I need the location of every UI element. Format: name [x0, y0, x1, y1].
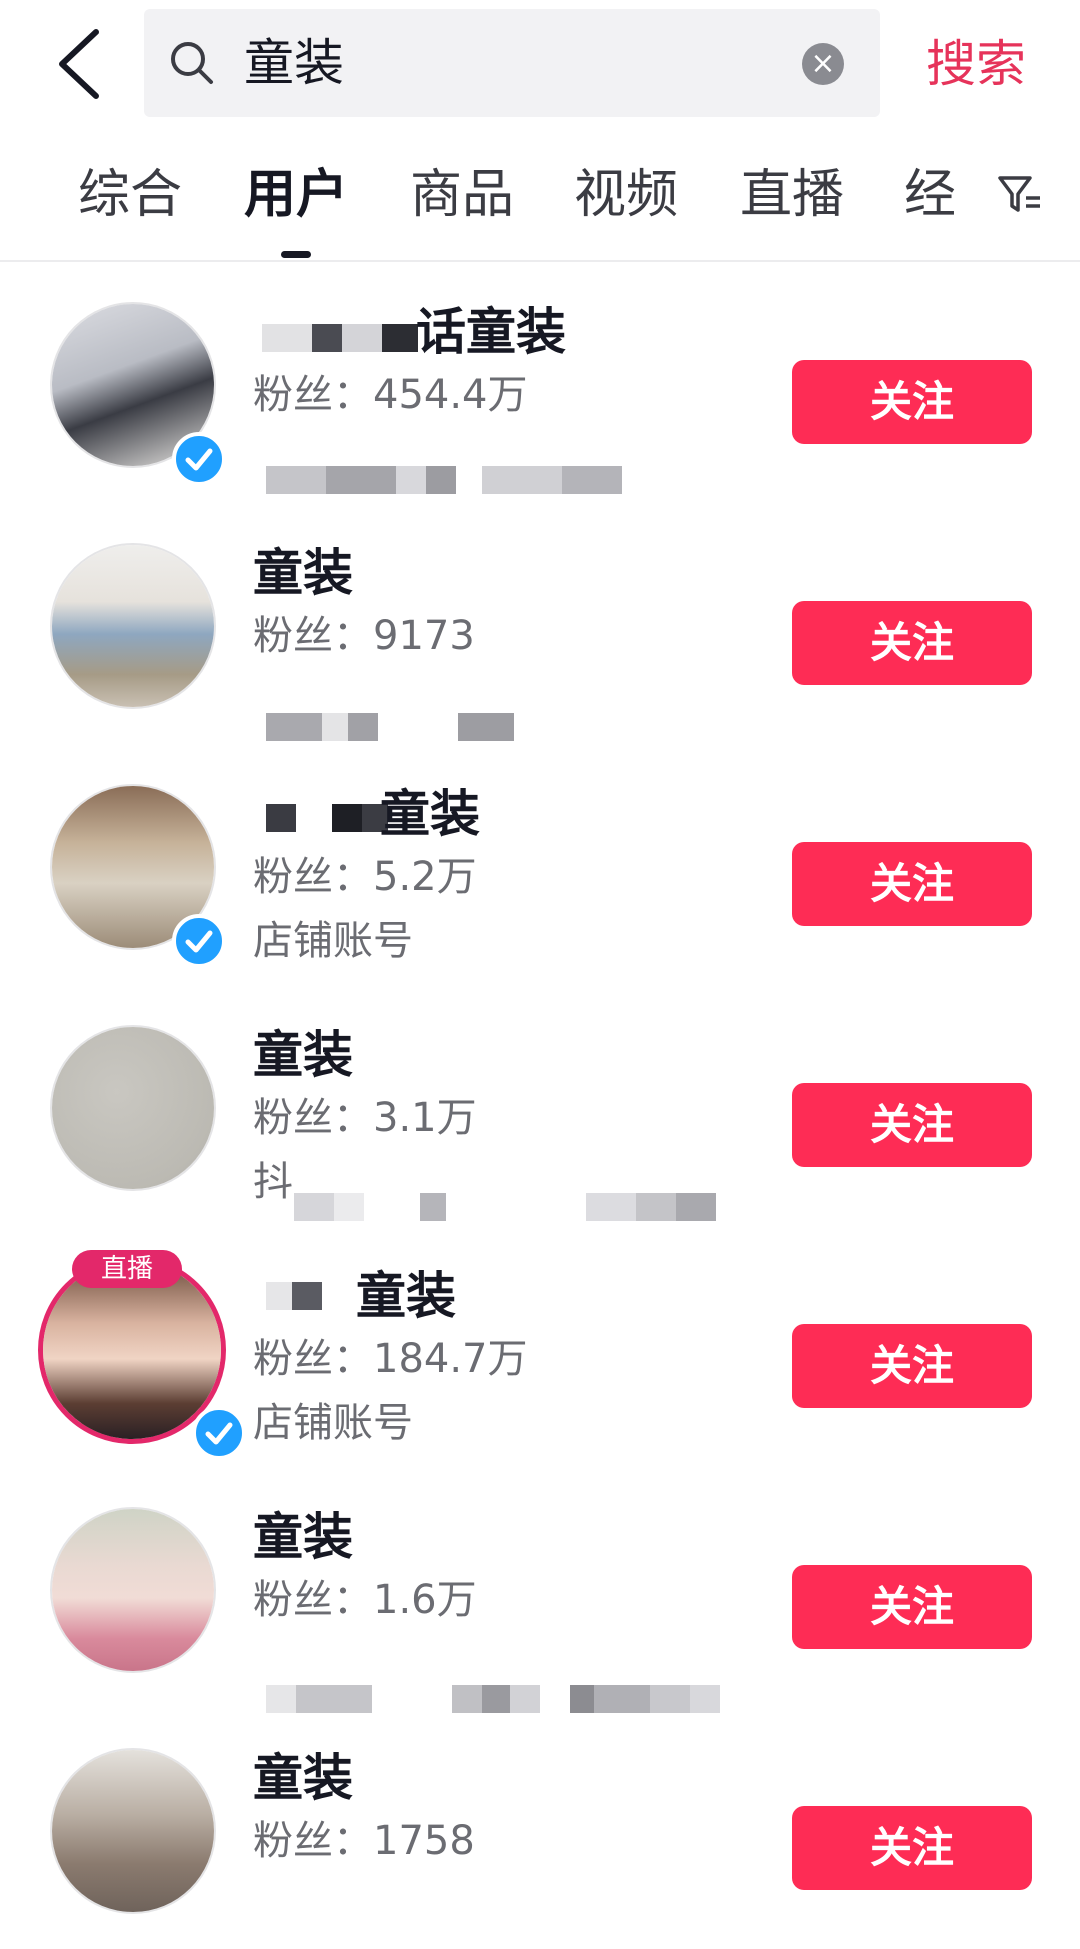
redacted-desc-mosaic	[266, 466, 622, 494]
follow-button[interactable]: 关注	[792, 601, 1032, 685]
fans-count: 粉丝：5.2万	[253, 854, 477, 900]
list-item[interactable]: 童装 粉丝：3.1万 抖 关注	[0, 985, 1080, 1226]
fans-count: 粉丝：1.6万	[253, 1577, 477, 1623]
tab-products[interactable]: 商品	[410, 150, 514, 240]
tab-comprehensive[interactable]: 综合	[78, 150, 182, 240]
fans-count: 粉丝：1758	[253, 1818, 475, 1864]
user-name: 童装	[253, 544, 353, 602]
list-item[interactable]: 童装 粉丝：1.6万 关注	[0, 1467, 1080, 1713]
list-item[interactable]: 童装 粉丝：1758 关注	[0, 1708, 1080, 1949]
follow-button[interactable]: 关注	[792, 360, 1032, 444]
user-name: 童装	[253, 1749, 353, 1807]
live-badge: 直播	[72, 1250, 182, 1288]
search-icon	[171, 42, 213, 84]
user-name: 童装	[253, 1508, 353, 1566]
redacted-name-mosaic	[262, 324, 418, 352]
follow-button[interactable]: 关注	[792, 842, 1032, 926]
user-name: 话童装	[416, 303, 566, 361]
redacted-name-mosaic	[266, 804, 388, 832]
avatar[interactable]	[50, 1507, 216, 1673]
user-description: 抖	[253, 1159, 293, 1205]
user-name: 童装	[380, 785, 480, 843]
redacted-desc-mosaic	[266, 713, 514, 741]
redacted-desc-mosaic	[294, 1193, 716, 1221]
follow-button[interactable]: 关注	[792, 1806, 1032, 1890]
fans-count: 粉丝：454.4万	[253, 372, 528, 418]
user-name: 童装	[356, 1267, 456, 1325]
follow-button[interactable]: 关注	[792, 1324, 1032, 1408]
filter-icon[interactable]	[996, 172, 1044, 220]
fans-count: 粉丝：9173	[253, 613, 475, 659]
chevron-left-icon[interactable]	[52, 24, 112, 104]
tab-users[interactable]: 用户	[244, 150, 348, 240]
follow-button[interactable]: 关注	[792, 1565, 1032, 1649]
tab-more[interactable]: 经	[904, 150, 956, 240]
fans-count: 粉丝：3.1万	[253, 1095, 477, 1141]
user-name: 童装	[253, 1026, 353, 1084]
verified-badge-icon	[172, 914, 226, 968]
list-item[interactable]: 童装 粉丝：9173 关注	[0, 503, 1080, 744]
redacted-name-mosaic	[266, 1282, 322, 1310]
verified-badge-icon	[172, 432, 226, 486]
tab-live[interactable]: 直播	[740, 150, 844, 240]
account-type: 店铺账号	[253, 1400, 413, 1446]
fans-count: 粉丝：184.7万	[253, 1336, 528, 1382]
category-tabs: 综合 用户 商品 视频 直播 经	[0, 150, 1080, 262]
account-type: 店铺账号	[253, 918, 413, 964]
avatar[interactable]	[50, 1025, 216, 1191]
search-box[interactable]: 童装 ×	[144, 9, 880, 117]
list-item[interactable]: 话童装 粉丝：454.4万 关注	[0, 262, 1080, 503]
tab-videos[interactable]: 视频	[574, 150, 678, 240]
search-input[interactable]: 童装	[244, 9, 344, 117]
active-tab-indicator	[281, 251, 311, 258]
search-header: 童装 × 搜索	[0, 0, 1080, 130]
avatar[interactable]	[50, 543, 216, 709]
avatar[interactable]	[50, 1748, 216, 1914]
follow-button[interactable]: 关注	[792, 1083, 1032, 1167]
close-circle-icon[interactable]: ×	[802, 43, 844, 85]
list-item[interactable]: 童装 粉丝：5.2万 店铺账号 关注	[0, 744, 1080, 985]
list-item[interactable]: 直播 童装 粉丝：184.7万 店铺账号 关注	[0, 1226, 1080, 1467]
search-button[interactable]: 搜索	[926, 26, 1026, 102]
verified-badge-icon	[192, 1406, 246, 1460]
